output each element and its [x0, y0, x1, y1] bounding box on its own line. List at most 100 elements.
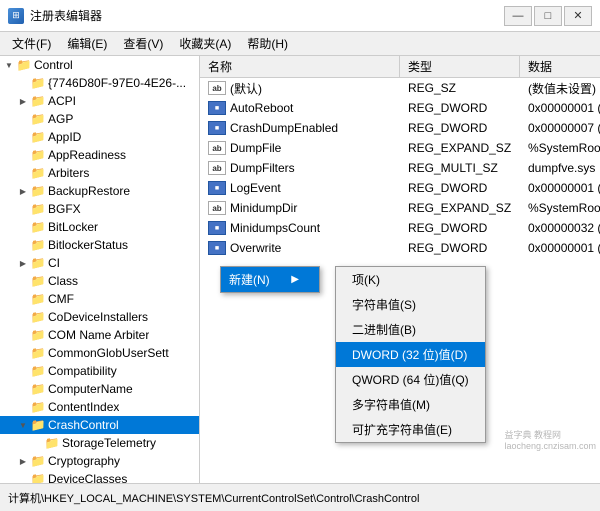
cell-name: ■LogEvent [200, 180, 400, 196]
tree-item-7746d[interactable]: 📁{7746D80F-97E0-4E26-... [0, 74, 199, 92]
tree-list[interactable]: ▼📁Control📁{7746D80F-97E0-4E26-...▶📁ACPI📁… [0, 56, 199, 483]
tree-item-bitlocker[interactable]: 📁BitLocker [0, 218, 199, 236]
tree-item-bitlockerstatus[interactable]: 📁BitlockerStatus [0, 236, 199, 254]
tree-item-label: CI [46, 256, 60, 270]
tree-expand-icon[interactable]: ▶ [16, 259, 30, 268]
submenu-item-dword[interactable]: DWORD (32 位)值(D) [336, 342, 485, 367]
tree-item-label: BitLocker [46, 220, 98, 234]
tree-item-label: BGFX [46, 202, 81, 216]
tree-item-class[interactable]: 📁Class [0, 272, 199, 290]
table-row[interactable]: ■OverwriteREG_DWORD0x00000001 (1) [200, 238, 600, 258]
cell-type: REG_DWORD [400, 220, 520, 236]
folder-icon: 📁 [44, 436, 60, 450]
reg-dword-icon: ■ [208, 241, 226, 255]
cell-data: 0x00000007 (7) [520, 120, 600, 136]
minimize-button[interactable]: — [504, 6, 532, 26]
table-row[interactable]: ■AutoRebootREG_DWORD0x00000001 (1) [200, 98, 600, 118]
tree-item-control[interactable]: ▼📁Control [0, 56, 199, 74]
tree-item-arbiters[interactable]: 📁Arbiters [0, 164, 199, 182]
tree-expand-icon[interactable]: ▶ [16, 97, 30, 106]
context-item-new[interactable]: 新建(N) ▶ [221, 267, 319, 292]
cell-data: 0x00000001 (1) [520, 100, 600, 116]
reg-name: AutoReboot [230, 101, 293, 115]
menu-item-edit[interactable]: 编辑(E) [59, 33, 115, 54]
folder-icon: 📁 [30, 220, 46, 234]
tree-item-label: {7746D80F-97E0-4E26-... [46, 76, 186, 90]
submenu-item-binary[interactable]: 二进制值(B) [336, 317, 485, 342]
tree-item-contentindex[interactable]: 📁ContentIndex [0, 398, 199, 416]
table-row[interactable]: ■CrashDumpEnabledREG_DWORD0x00000007 (7) [200, 118, 600, 138]
tree-item-crashcontrol[interactable]: ▼📁CrashControl [0, 416, 199, 434]
reg-name: Overwrite [230, 241, 281, 255]
menu-item-view[interactable]: 查看(V) [115, 33, 171, 54]
tree-item-label: COM Name Arbiter [46, 328, 149, 342]
table-row[interactable]: ■MinidumpsCountREG_DWORD0x00000032 (50) [200, 218, 600, 238]
tree-item-label: Control [32, 58, 73, 72]
submenu-item-expandstring[interactable]: 可扩充字符串值(E) [336, 417, 485, 442]
submenu-item-multistring[interactable]: 多字符串值(M) [336, 392, 485, 417]
cell-name: ■CrashDumpEnabled [200, 120, 400, 136]
tree-item-label: CommonGlobUserSett [46, 346, 169, 360]
tree-expand-icon[interactable]: ▶ [16, 457, 30, 466]
folder-icon: 📁 [30, 364, 46, 378]
maximize-button[interactable]: □ [534, 6, 562, 26]
table-row[interactable]: abDumpFiltersREG_MULTI_SZdumpfve.sys [200, 158, 600, 178]
folder-icon: 📁 [30, 472, 46, 483]
table-row[interactable]: abMinidumpDirREG_EXPAND_SZ%SystemRoot%\M… [200, 198, 600, 218]
tree-item-cmf[interactable]: 📁CMF [0, 290, 199, 308]
submenu-item-key[interactable]: 项(K) [336, 267, 485, 292]
tree-item-appid[interactable]: 📁AppID [0, 128, 199, 146]
table-row[interactable]: ■LogEventREG_DWORD0x00000001 (1) [200, 178, 600, 198]
table-row[interactable]: abDumpFileREG_EXPAND_SZ%SystemRoot%\MEM.… [200, 138, 600, 158]
folder-icon: 📁 [30, 238, 46, 252]
tree-item-computername[interactable]: 📁ComputerName [0, 380, 199, 398]
tree-expand-icon[interactable]: ▶ [16, 187, 30, 196]
reg-name: MinidumpDir [230, 201, 297, 215]
tree-item-codeviceinstallers[interactable]: 📁CoDeviceInstallers [0, 308, 199, 326]
menu-item-favorites[interactable]: 收藏夹(A) [171, 33, 239, 54]
cell-name: ■ Overwrite [200, 240, 400, 256]
tree-expand-icon[interactable]: ▼ [2, 61, 16, 70]
folder-icon: 📁 [30, 76, 46, 90]
tree-item-comnamearbiter[interactable]: 📁COM Name Arbiter [0, 326, 199, 344]
cell-data: 0x00000032 (50) [520, 220, 600, 236]
folder-icon: 📁 [30, 130, 46, 144]
cell-name: ■MinidumpsCount [200, 220, 400, 236]
reg-ab-icon: ab [208, 141, 226, 155]
tree-item-bgfx[interactable]: 📁BGFX [0, 200, 199, 218]
submenu-item-qword[interactable]: QWORD (64 位)值(Q) [336, 367, 485, 392]
status-text: 计算机\HKEY_LOCAL_MACHINE\SYSTEM\CurrentCon… [8, 490, 419, 506]
tree-item-compatibility[interactable]: 📁Compatibility [0, 362, 199, 380]
status-bar: 计算机\HKEY_LOCAL_MACHINE\SYSTEM\CurrentCon… [0, 483, 600, 511]
folder-icon: 📁 [30, 292, 46, 306]
menu-item-help[interactable]: 帮助(H) [239, 33, 296, 54]
reg-ab-icon: ab [208, 201, 226, 215]
tree-item-cryptography[interactable]: ▶📁Cryptography [0, 452, 199, 470]
cell-data: %SystemRoot%\Minid... [520, 200, 600, 216]
cell-data: (数值未设置) [520, 79, 600, 98]
tree-item-label: CoDeviceInstallers [46, 310, 148, 324]
table-row[interactable]: ab(默认)REG_SZ(数值未设置) [200, 78, 600, 98]
tree-item-agp[interactable]: 📁AGP [0, 110, 199, 128]
tree-item-acpi[interactable]: ▶📁ACPI [0, 92, 199, 110]
app-icon: ⊞ [8, 8, 24, 24]
tree-item-deviceclasses[interactable]: 📁DeviceClasses [0, 470, 199, 483]
tree-item-storagetelemetry[interactable]: 📁StorageTelemetry [0, 434, 199, 452]
context-menu: 新建(N) ▶ [220, 266, 320, 293]
cell-name: abDumpFilters [200, 160, 400, 176]
submenu-item-string[interactable]: 字符串值(S) [336, 292, 485, 317]
tree-item-appreadiness[interactable]: 📁AppReadiness [0, 146, 199, 164]
folder-icon: 📁 [30, 346, 46, 360]
menu-item-file[interactable]: 文件(F) [4, 33, 59, 54]
cell-type: REG_DWORD [400, 180, 520, 196]
tree-item-ci[interactable]: ▶📁CI [0, 254, 199, 272]
tree-item-backuprestore[interactable]: ▶📁BackupRestore [0, 182, 199, 200]
tree-expand-icon[interactable]: ▼ [16, 421, 30, 430]
tree-item-commonglobusersett[interactable]: 📁CommonGlobUserSett [0, 344, 199, 362]
tree-item-label: BitlockerStatus [46, 238, 128, 252]
close-button[interactable]: ✕ [564, 6, 592, 26]
reg-name: LogEvent [230, 181, 281, 195]
cell-type: REG_MULTI_SZ [400, 160, 520, 176]
folder-icon: 📁 [30, 382, 46, 396]
cell-data: %SystemRoot%\MEM... [520, 140, 600, 156]
